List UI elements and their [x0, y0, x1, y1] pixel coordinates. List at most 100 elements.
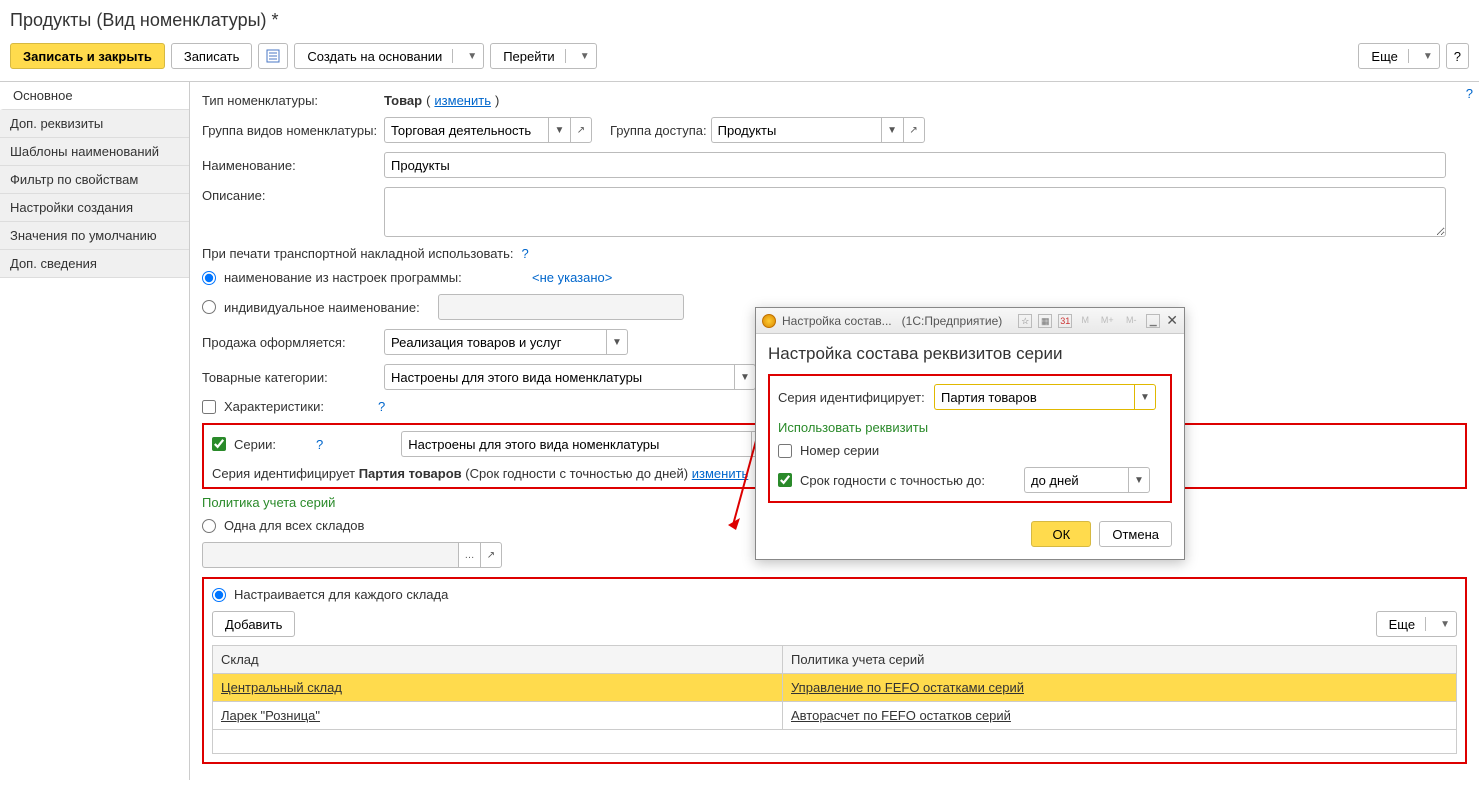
open-icon[interactable]: ↗ [903, 117, 925, 143]
series-checkbox[interactable] [212, 437, 226, 451]
titlebar-m[interactable]: M [1078, 314, 1092, 328]
series-change-link[interactable]: изменить [692, 466, 749, 481]
characteristics-label: Характеристики: [224, 399, 366, 414]
nav-filter[interactable]: Фильтр по свойствам [0, 166, 189, 194]
access-label: Группа доступа: [610, 123, 707, 138]
help-icon[interactable]: ? [522, 246, 529, 261]
create-based-button[interactable]: Создать на основании▼ [294, 43, 484, 69]
list-icon-button[interactable] [258, 43, 288, 69]
expiry-checkbox[interactable] [778, 473, 792, 487]
goto-button[interactable]: Перейти▼ [490, 43, 596, 69]
series-settings-popup: Настройка состав... (1С:Предприятие) ☆ ▦… [755, 307, 1185, 560]
table-row[interactable]: Центральный склад Управление по FEFO ост… [213, 674, 1457, 702]
categories-label: Товарные категории: [202, 369, 380, 385]
group-label: Группа видов номенклатуры: [202, 122, 380, 138]
table-row[interactable]: Ларек "Розница" Авторасчет по FEFO остат… [213, 702, 1457, 730]
nav-templates[interactable]: Шаблоны наименований [0, 138, 189, 166]
dropdown-icon[interactable]: ▼ [734, 364, 756, 390]
dropdown-icon[interactable]: ▼ [548, 117, 570, 143]
app-icon [762, 314, 776, 328]
desc-input[interactable] [384, 187, 1446, 237]
cell-warehouse[interactable]: Ларек "Розница" [213, 702, 783, 730]
save-button[interactable]: Записать [171, 43, 253, 69]
series-identifies-text: Серия идентифицирует [212, 466, 359, 481]
all-warehouses-input [202, 542, 458, 568]
series-identifies-value: Партия товаров [359, 466, 462, 481]
group-input[interactable] [384, 117, 548, 143]
warehouse-table: Склад Политика учета серий Центральный с… [212, 645, 1457, 730]
cell-warehouse[interactable]: Центральный склад [213, 674, 783, 702]
number-checkbox[interactable] [778, 444, 792, 458]
help-icon[interactable]: ? [378, 399, 385, 414]
more-dots-icon[interactable]: … [458, 542, 480, 568]
titlebar-icon[interactable]: 31 [1058, 314, 1072, 328]
per-warehouse-highlight-box: Настраивается для каждого склада Добавит… [202, 577, 1467, 764]
popup-heading: Настройка состава реквизитов серии [768, 344, 1172, 364]
nav-main[interactable]: Основное [0, 82, 189, 110]
caret-down-icon: ▼ [1423, 51, 1433, 62]
titlebar-mplus[interactable]: M+ [1098, 314, 1116, 328]
cell-policy[interactable]: Авторасчет по FEFO остатков серий [783, 702, 1457, 730]
add-button[interactable]: Добавить [212, 611, 295, 637]
table-more-button[interactable]: Еще▼ [1376, 611, 1457, 637]
open-icon[interactable]: ↗ [480, 542, 502, 568]
save-close-button[interactable]: Записать и закрыть [10, 43, 165, 69]
ok-button[interactable]: ОК [1031, 521, 1091, 547]
dropdown-icon[interactable]: ▼ [1128, 467, 1150, 493]
help-link-icon[interactable]: ? [1466, 86, 1473, 101]
nav-create-settings[interactable]: Настройки создания [0, 194, 189, 222]
not-set-value: <не указано> [532, 270, 612, 285]
close-icon[interactable]: ✕ [1166, 312, 1178, 329]
identifies-input[interactable] [934, 384, 1134, 410]
radio-all-warehouses[interactable] [202, 519, 216, 533]
series-label: Серии: [234, 437, 304, 452]
more-button[interactable]: Еще▼ [1358, 43, 1439, 69]
print-label: При печати транспортной накладной исполь… [202, 246, 514, 261]
number-label: Номер серии [800, 443, 879, 458]
open-icon[interactable]: ↗ [570, 117, 592, 143]
name-input[interactable] [384, 152, 1446, 178]
radio-individual-label: индивидуальное наименование: [224, 300, 430, 315]
cancel-button[interactable]: Отмена [1099, 521, 1172, 547]
dropdown-icon[interactable]: ▼ [606, 329, 628, 355]
minimize-icon[interactable]: ▁ [1146, 314, 1160, 328]
type-change-link[interactable]: изменить [434, 93, 491, 108]
expiry-input[interactable] [1024, 467, 1128, 493]
titlebar-icon[interactable]: ☆ [1018, 314, 1032, 328]
categories-input[interactable] [384, 364, 734, 390]
series-config-input[interactable] [401, 431, 751, 457]
titlebar-mminus[interactable]: M- [1122, 314, 1140, 328]
sale-label: Продажа оформляется: [202, 334, 380, 350]
radio-program-name[interactable] [202, 271, 216, 285]
use-requisites-title: Использовать реквизиты [778, 420, 1162, 435]
radio-per-warehouse[interactable] [212, 588, 226, 602]
help-icon[interactable]: ? [316, 437, 323, 452]
individual-name-input [438, 294, 684, 320]
characteristics-checkbox[interactable] [202, 400, 216, 414]
type-label: Тип номенклатуры: [202, 92, 380, 108]
desc-label: Описание: [202, 187, 380, 203]
sidebar: Основное Доп. реквизиты Шаблоны наименов… [0, 82, 190, 780]
dropdown-icon[interactable]: ▼ [881, 117, 903, 143]
caret-down-icon: ▼ [580, 51, 590, 62]
col-policy[interactable]: Политика учета серий [783, 646, 1457, 674]
series-identifies-suffix: (Срок годности с точностью до дней) [462, 466, 692, 481]
help-button[interactable]: ? [1446, 43, 1469, 69]
titlebar-icon[interactable]: ▦ [1038, 314, 1052, 328]
sale-input[interactable] [384, 329, 606, 355]
radio-program-label: наименование из настроек программы: [224, 270, 524, 285]
page-title: Продукты (Вид номенклатуры) * [0, 0, 1479, 39]
access-input[interactable] [711, 117, 881, 143]
name-label: Наименование: [202, 157, 380, 173]
cell-policy[interactable]: Управление по FEFO остатками серий [783, 674, 1457, 702]
radio-individual-name[interactable] [202, 300, 216, 314]
nav-defaults[interactable]: Значения по умолчанию [0, 222, 189, 250]
col-warehouse[interactable]: Склад [213, 646, 783, 674]
nav-additional[interactable]: Доп. реквизиты [0, 110, 189, 138]
expiry-label: Срок годности с точностью до: [800, 473, 1016, 488]
dropdown-icon[interactable]: ▼ [1134, 384, 1156, 410]
popup-highlight: Серия идентифицирует: ▼ Использовать рек… [768, 374, 1172, 503]
popup-titlebar[interactable]: Настройка состав... (1С:Предприятие) ☆ ▦… [756, 308, 1184, 334]
nav-extra-info[interactable]: Доп. сведения [0, 250, 189, 278]
main-toolbar: Записать и закрыть Записать Создать на о… [0, 39, 1479, 81]
